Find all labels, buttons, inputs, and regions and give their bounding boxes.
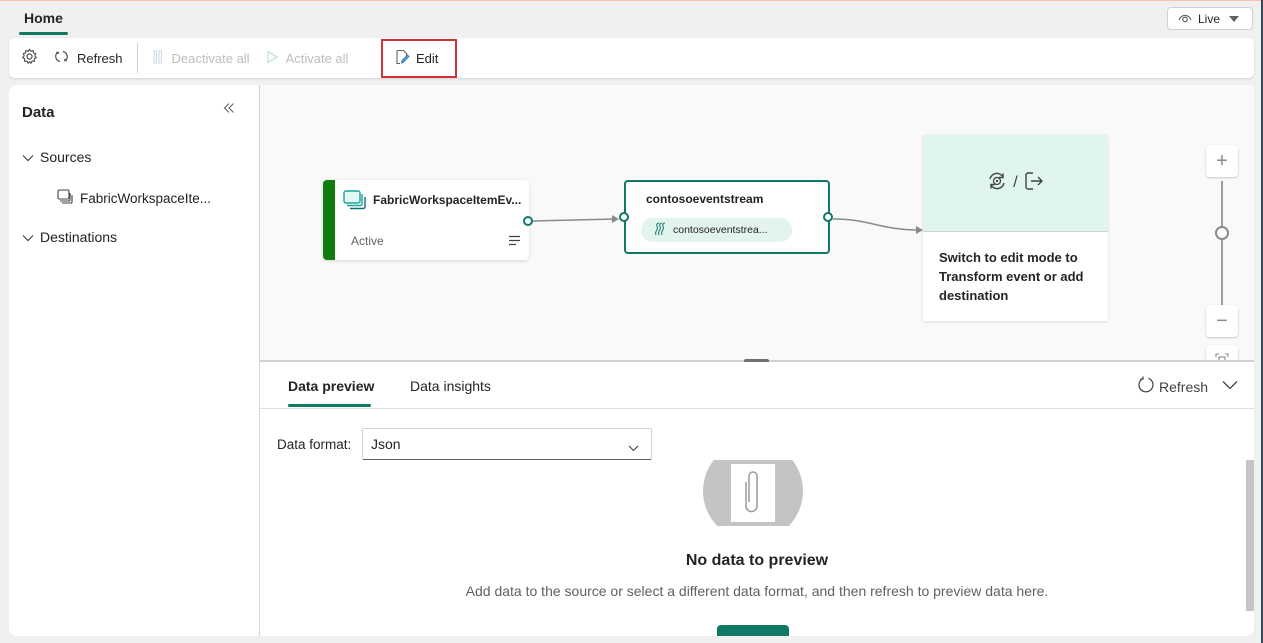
collapse-sidebar-button[interactable] (223, 101, 235, 119)
preview-scrollbar[interactable] (1246, 460, 1254, 611)
pause-icon (152, 50, 164, 67)
activate-all-label: Activate all (285, 50, 349, 66)
refresh-icon (1137, 376, 1155, 397)
export-icon (1024, 171, 1044, 196)
settings-button[interactable] (13, 42, 46, 74)
tabs-divider (260, 408, 1254, 409)
refresh-button[interactable]: Refresh (46, 42, 131, 74)
activate-all-button[interactable]: Activate all (258, 42, 357, 74)
destination-placeholder-icons: / (923, 135, 1108, 232)
eventstream-pill-label: contosoeventstrea... (673, 224, 768, 236)
toolbar: Refresh Deactivate all Activate all Edit (9, 38, 1254, 78)
sidebar-item-source[interactable]: FabricWorkspaceIte... (57, 189, 211, 207)
flow-canvas[interactable]: FabricWorkspaceItemEv... Active contosoe… (260, 85, 1254, 361)
sidebar-section-sources[interactable]: Sources (22, 149, 91, 165)
zoom-slider-thumb[interactable] (1215, 226, 1229, 240)
source-output-port[interactable] (523, 216, 533, 226)
plus-icon: + (1216, 149, 1228, 172)
source-node[interactable]: FabricWorkspaceItemEv... Active (323, 180, 529, 260)
eventstream-node-title: contosoeventstream (646, 192, 764, 206)
empty-state-illustration (703, 460, 803, 526)
icon-separator: / (1013, 174, 1018, 191)
sources-label: Sources (40, 149, 92, 165)
tab-home[interactable]: Home (19, 8, 68, 36)
destination-placeholder-text: Switch to edit mode to Transform event o… (939, 250, 1084, 303)
data-sidebar: Data Sources FabricWorkspaceIte... Desti… (9, 85, 260, 636)
deactivate-all-button[interactable]: Deactivate all (144, 42, 258, 74)
empty-state-description: Add data to the source or select a diffe… (465, 583, 1049, 599)
edit-icon (394, 49, 410, 68)
chevron-down-icon (628, 439, 639, 455)
tab-home-label: Home (24, 10, 63, 26)
top-accent-line (0, 0, 1263, 1)
zoom-slider-track[interactable] (1221, 181, 1223, 311)
gear-icon (21, 48, 38, 68)
eventstream-icon (653, 222, 667, 239)
data-format-label: Data format: (277, 437, 352, 452)
sidebar-title: Data (22, 104, 55, 121)
tab-data-preview[interactable]: Data preview (288, 378, 374, 394)
chevron-down-icon (22, 149, 34, 165)
tab-active-indicator (19, 32, 68, 35)
transform-icon (987, 171, 1007, 196)
eventstream-pill[interactable]: contosoeventstrea... (641, 218, 792, 242)
source-item-label: FabricWorkspaceIte... (80, 190, 212, 206)
play-icon (266, 50, 278, 67)
tab-data-insights[interactable]: Data insights (410, 378, 491, 394)
chevron-down-icon[interactable] (1222, 378, 1238, 393)
data-format-value: Json (371, 436, 401, 452)
data-format-dropdown[interactable]: Json (362, 428, 652, 460)
preview-panel: Data preview Data insights Refresh Data … (260, 362, 1254, 636)
source-node-title: FabricWorkspaceItemEv... (373, 193, 522, 207)
toolbar-divider (136, 43, 138, 73)
destination-placeholder-node[interactable]: / Switch to edit mode to Transform event… (923, 135, 1108, 321)
workspace-stack-icon (57, 189, 74, 207)
chevron-down-icon (22, 229, 34, 245)
caret-down-icon (1229, 15, 1240, 22)
edit-label: Edit (416, 51, 439, 66)
details-menu-icon[interactable] (508, 234, 521, 249)
zoom-in-button[interactable]: + (1206, 145, 1238, 177)
deactivate-all-label: Deactivate all (171, 50, 250, 66)
refresh-label: Refresh (77, 50, 123, 66)
eventstream-output-port[interactable] (823, 212, 833, 222)
double-chevron-left-icon (223, 101, 235, 118)
mode-selector[interactable]: Live (1167, 7, 1253, 30)
zoom-out-button[interactable]: − (1206, 305, 1238, 337)
eventstream-input-port[interactable] (619, 212, 629, 222)
empty-state-action-button[interactable] (717, 625, 789, 636)
empty-state-title: No data to preview (685, 552, 829, 569)
destinations-label: Destinations (40, 229, 118, 245)
tab-active-indicator (288, 404, 371, 407)
active-status-bar (323, 180, 335, 260)
sidebar-section-destinations[interactable]: Destinations (22, 229, 117, 245)
eventstream-node[interactable]: contosoeventstream contosoeventstrea... (624, 180, 830, 254)
source-node-status: Active (351, 234, 384, 248)
minus-icon: − (1216, 309, 1228, 332)
preview-refresh-label: Refresh (1159, 378, 1209, 395)
fit-to-screen-button[interactable] (1206, 345, 1238, 361)
eye-icon (1178, 12, 1192, 26)
edit-button[interactable]: Edit (381, 39, 457, 78)
preview-refresh-button[interactable]: Refresh (1137, 376, 1208, 397)
mode-label: Live (1198, 11, 1221, 26)
workspace-stack-icon (343, 190, 367, 213)
refresh-icon (54, 49, 69, 67)
